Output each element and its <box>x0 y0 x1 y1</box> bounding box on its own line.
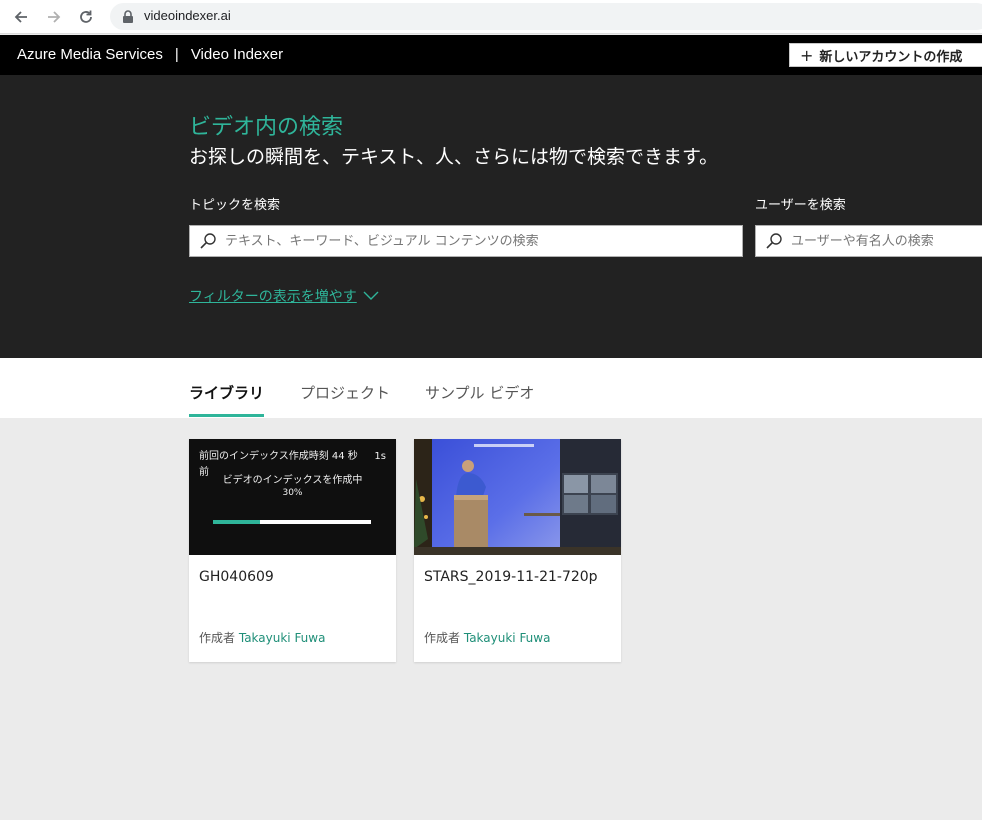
author-name[interactable]: Takayuki Fuwa <box>464 631 551 645</box>
brand-video-indexer: Video Indexer <box>190 46 284 63</box>
author-prefix: 作成者 <box>424 631 461 645</box>
url-text: videoindexer.ai <box>144 8 231 23</box>
new-account-label: 新しいアカウントの作成 <box>819 49 963 65</box>
address-bar[interactable]: videoindexer.ai <box>110 3 982 30</box>
video-title[interactable]: GH040609 <box>199 569 274 585</box>
tab-projects[interactable]: プロジェクト <box>300 382 390 403</box>
video-card[interactable]: STARS_2019-11-21-720p 作成者 Takayuki Fuwa <box>414 439 621 662</box>
search-icon <box>766 233 782 249</box>
more-filters-link[interactable]: フィルターの表示を増やす <box>189 286 379 306</box>
chevron-down-icon <box>363 291 379 300</box>
hero-subtitle: お探しの瞬間を、テキスト、人、さらには物で検索できます。 <box>189 146 719 168</box>
video-title[interactable]: STARS_2019-11-21-720p <box>424 569 598 585</box>
video-card[interactable]: 前回のインデックス作成時刻 44 秒前 1s ビデオのインデックスを作成中 30… <box>189 439 396 662</box>
plus-icon: + <box>800 45 814 65</box>
author-name[interactable]: Takayuki Fuwa <box>239 631 326 645</box>
lock-icon <box>123 10 133 23</box>
topic-search-input[interactable] <box>225 233 742 249</box>
topic-search-box[interactable] <box>189 225 743 257</box>
indexing-percent: 30% <box>282 488 303 498</box>
author-prefix: 作成者 <box>199 631 236 645</box>
video-thumbnail-indexing[interactable]: 前回のインデックス作成時刻 44 秒前 1s ビデオのインデックスを作成中 30… <box>189 439 396 555</box>
brand[interactable]: Azure Media Services | Video Indexer <box>17 46 283 63</box>
app-header: Azure Media Services | Video Indexer + 新しい… <box>0 35 982 75</box>
video-author: 作成者 Takayuki Fuwa <box>199 629 325 646</box>
user-search-box[interactable] <box>755 225 982 257</box>
more-filters-label: フィルターの表示を増やす <box>189 289 357 305</box>
back-button[interactable] <box>10 6 32 28</box>
new-account-button[interactable]: + 新しいアカウントの作成 <box>789 43 982 67</box>
video-thumbnail[interactable] <box>414 439 621 555</box>
indexing-message: ビデオのインデックスを作成中 <box>222 475 363 486</box>
presentation-thumbnail-image <box>414 439 621 555</box>
video-duration: 1s <box>374 451 386 462</box>
topic-search-label: トピックを検索 <box>189 198 281 213</box>
browser-toolbar: videoindexer.ai <box>0 0 982 34</box>
tab-sample-videos[interactable]: サンプル ビデオ <box>425 382 534 403</box>
forward-button[interactable] <box>43 6 65 28</box>
arrow-right-icon <box>48 11 61 23</box>
search-hero: ビデオ内の検索 お探しの瞬間を、テキスト、人、さらには物で検索できます。 トピッ… <box>0 75 982 358</box>
reload-button[interactable] <box>75 6 97 28</box>
hero-title: ビデオ内の検索 <box>189 115 344 140</box>
arrow-left-icon <box>14 11 27 23</box>
search-icon <box>200 233 216 249</box>
tab-library[interactable]: ライブラリ <box>189 382 264 403</box>
user-search-label: ユーザーを検索 <box>755 198 846 213</box>
user-search-input[interactable] <box>791 233 982 249</box>
brand-azure-media-services: Azure Media Services <box>17 46 163 63</box>
indexing-progress-fill <box>213 520 261 524</box>
library-tabs: ライブラリ プロジェクト サンプル ビデオ <box>0 358 982 418</box>
video-author: 作成者 Takayuki Fuwa <box>424 629 550 646</box>
brand-separator: | <box>174 46 179 63</box>
reload-icon <box>80 10 92 23</box>
active-tab-indicator <box>189 414 264 417</box>
indexing-progress-bar <box>213 520 371 524</box>
